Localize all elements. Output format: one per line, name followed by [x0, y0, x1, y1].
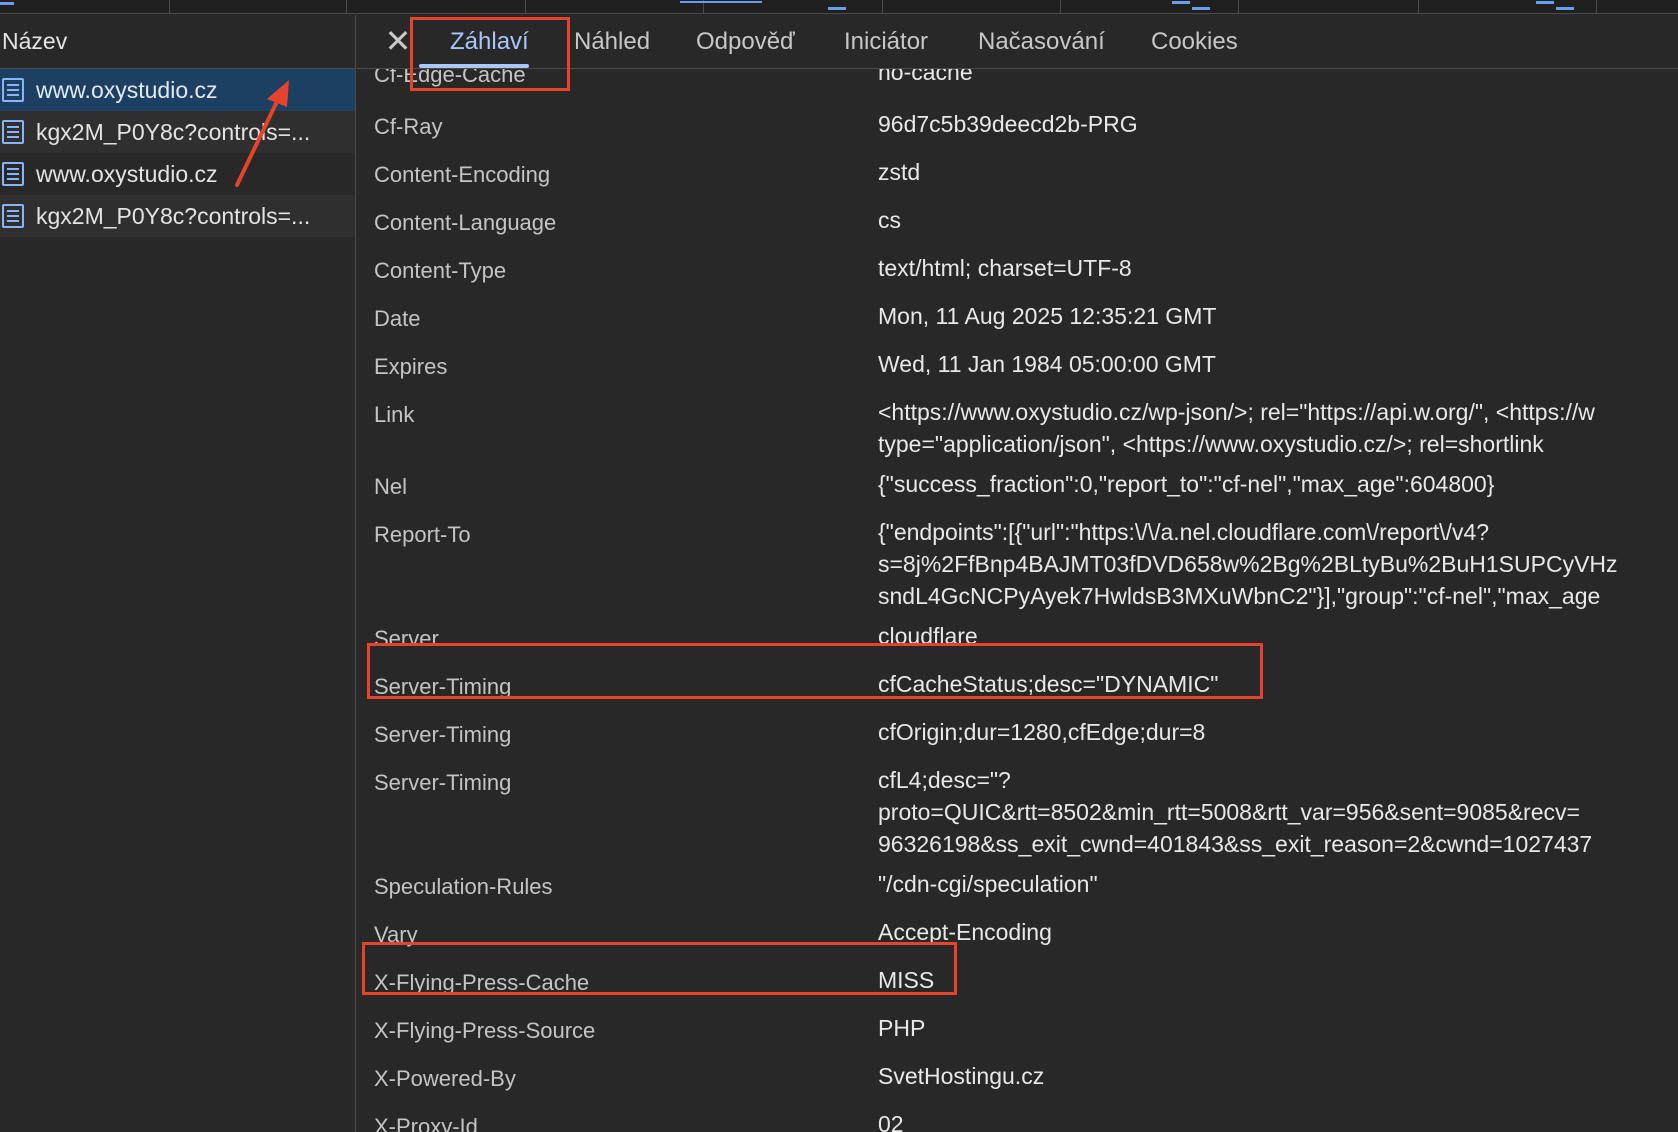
request-name: kgx2M_P0Y8c?controls=...: [36, 202, 311, 229]
close-icon[interactable]: ✕: [383, 25, 413, 57]
request-name: www.oxystudio.cz: [36, 160, 218, 187]
header-name: Content-Language: [374, 210, 557, 235]
header-value[interactable]: sndL4GcNCPyAyek7HwldsB3MXuWbnC2"}],"grou…: [878, 580, 1600, 612]
header-name: Link: [374, 402, 415, 427]
timeline-gridline: [346, 0, 347, 14]
document-icon: [2, 78, 24, 102]
request-name: www.oxystudio.cz: [36, 76, 218, 103]
document-icon: [2, 204, 24, 228]
header-value[interactable]: SvetHostingu.cz: [878, 1060, 1044, 1092]
name-column-header-label: Název: [2, 28, 68, 54]
timeline-gridline: [1596, 0, 1597, 14]
header-name: Speculation-Rules: [374, 874, 553, 899]
request-row[interactable]: www.oxystudio.cz: [0, 69, 355, 111]
header-value[interactable]: Wed, 11 Jan 1984 05:00:00 GMT: [878, 348, 1216, 380]
request-row[interactable]: www.oxystudio.cz: [0, 153, 355, 195]
header-value[interactable]: cfL4;desc="?: [878, 764, 1011, 796]
timeline-bar: [1556, 7, 1574, 10]
header-name: Date: [374, 306, 421, 331]
header-name: Server-Timing: [374, 770, 512, 795]
header-value[interactable]: <https://www.oxystudio.cz/wp-json/>; rel…: [878, 396, 1595, 428]
header-value[interactable]: "/cdn-cgi/speculation": [878, 868, 1098, 900]
request-list: Název www.oxystudio.cz kgx2M_P0Y8c?contr…: [0, 15, 356, 1132]
header-name: Content-Type: [374, 258, 507, 283]
annotation-box-flying-press-cache: [362, 942, 957, 995]
tab-timing[interactable]: Načasování: [978, 28, 1105, 56]
request-row[interactable]: kgx2M_P0Y8c?controls=...: [0, 195, 355, 237]
annotation-arrow: [235, 80, 289, 187]
header-value[interactable]: cfOrigin;dur=1280,cfEdge;dur=8: [878, 716, 1205, 748]
tab-response[interactable]: Odpověď: [696, 28, 795, 56]
header-value[interactable]: cs: [878, 204, 901, 236]
timeline-bar: [680, 1, 762, 3]
header-name: Expires: [374, 354, 448, 379]
document-icon: [2, 162, 24, 186]
timeline-gridline: [1238, 0, 1239, 14]
header-value[interactable]: PHP: [878, 1012, 925, 1044]
tab-preview[interactable]: Náhled: [574, 28, 650, 56]
header-name: Nel: [374, 474, 408, 499]
timeline-bar: [1192, 7, 1210, 10]
header-name: Report-To: [374, 522, 471, 547]
header-name: X-Flying-Press-Source: [374, 1018, 596, 1043]
header-value[interactable]: 96d7c5b39deecd2b-PRG: [878, 108, 1138, 140]
network-timeline-overview[interactable]: [0, 0, 1678, 14]
header-value[interactable]: text/html; charset=UTF-8: [878, 252, 1132, 284]
timeline-gridline: [1060, 0, 1061, 14]
timeline-bar: [1172, 1, 1190, 4]
tab-cookies[interactable]: Cookies: [1151, 28, 1238, 56]
header-value[interactable]: 96326198&ss_exit_cwnd=401843&ss_exit_rea…: [878, 828, 1592, 860]
annotation-box-headers-tab: [410, 17, 570, 91]
devtools-network-panel: Název www.oxystudio.cz kgx2M_P0Y8c?contr…: [0, 0, 1678, 1132]
annotation-box-server-timing: [367, 643, 1263, 699]
header-value[interactable]: 02: [878, 1108, 904, 1132]
tab-initiator[interactable]: Iniciátor: [844, 28, 928, 56]
timeline-bar: [828, 7, 846, 10]
name-column-header[interactable]: Název: [0, 15, 355, 69]
header-value[interactable]: {"endpoints":[{"url":"https:\/\/a.nel.cl…: [878, 516, 1489, 548]
header-name: X-Powered-By: [374, 1066, 516, 1091]
header-name: Server-Timing: [374, 722, 512, 747]
timeline-gridline: [169, 0, 170, 14]
header-value[interactable]: {"success_fraction":0,"report_to":"cf-ne…: [878, 468, 1494, 500]
timeline-gridline: [882, 0, 883, 14]
timeline-gridline: [1418, 0, 1419, 14]
request-row[interactable]: kgx2M_P0Y8c?controls=...: [0, 111, 355, 153]
timeline-gridline: [525, 0, 526, 14]
header-value[interactable]: proto=QUIC&rtt=8502&min_rtt=5008&rtt_var…: [878, 796, 1580, 828]
header-value[interactable]: s=8j%2FfBnp4BAJMT03fDVD658w%2Bg%2BLtyBu%…: [878, 548, 1618, 580]
header-value[interactable]: zstd: [878, 156, 920, 188]
header-value[interactable]: type="application/json", <https://www.ox…: [878, 428, 1544, 460]
header-value[interactable]: Mon, 11 Aug 2025 12:35:21 GMT: [878, 300, 1216, 332]
header-name: Content-Encoding: [374, 162, 551, 187]
header-name: Cf-Ray: [374, 114, 443, 139]
timeline-bar: [0, 2, 14, 5]
document-icon: [2, 120, 24, 144]
header-name: X-Proxy-Id: [374, 1114, 478, 1132]
timeline-bar: [1536, 1, 1554, 4]
